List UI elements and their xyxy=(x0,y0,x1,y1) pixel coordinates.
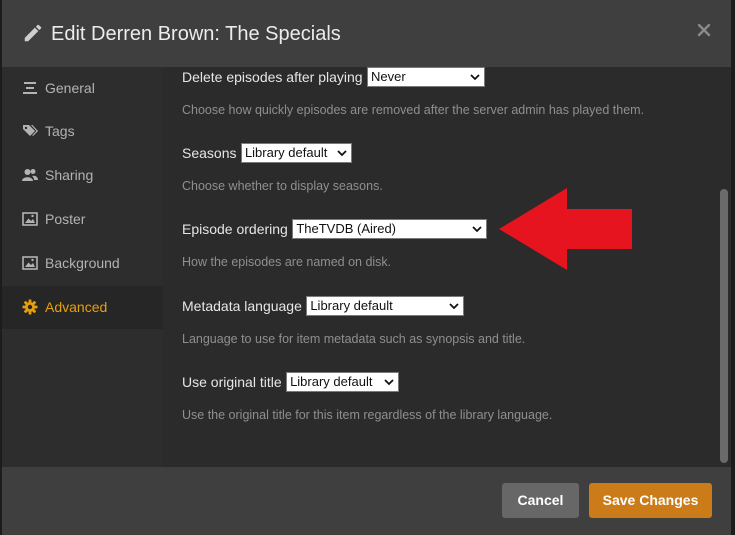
chevron-down-icon xyxy=(449,303,459,310)
pencil-icon xyxy=(24,24,42,42)
metadata-language-select[interactable]: Library default xyxy=(306,296,465,316)
image-icon xyxy=(22,256,38,270)
episode-ordering-select[interactable]: TheTVDB (Aired) xyxy=(292,219,488,239)
chevron-down-icon xyxy=(470,74,480,81)
sidebar-item-label: General xyxy=(45,80,95,96)
sidebar: General Tags Sharing Poster Background A… xyxy=(2,67,163,467)
delete-episodes-label: Delete episodes after playing xyxy=(182,69,363,85)
dialog-footer: Cancel Save Changes xyxy=(2,467,731,535)
gear-icon xyxy=(22,299,38,315)
annotation-arrow-icon xyxy=(499,188,632,270)
delete-episodes-setting: Delete episodes after playing Never Choo… xyxy=(182,67,644,117)
save-changes-button[interactable]: Save Changes xyxy=(589,483,712,518)
sidebar-item-label: Poster xyxy=(45,211,86,227)
scrollbar-thumb[interactable] xyxy=(720,189,728,463)
metadata-language-label: Metadata language xyxy=(182,298,302,314)
sidebar-item-label: Advanced xyxy=(45,299,108,315)
edit-dialog: Edit Derren Brown: The Specials General … xyxy=(2,0,731,535)
sidebar-item-background[interactable]: Background xyxy=(2,242,163,285)
sidebar-item-sharing[interactable]: Sharing xyxy=(2,154,163,197)
seasons-value: Library default xyxy=(244,145,328,160)
sidebar-item-tags[interactable]: Tags xyxy=(2,110,163,153)
general-lines-icon xyxy=(23,82,37,94)
metadata-language-setting: Metadata language Library default Langua… xyxy=(182,296,525,346)
image-icon xyxy=(22,212,38,226)
chevron-down-icon xyxy=(337,150,347,157)
users-icon xyxy=(22,169,38,181)
episode-ordering-help: How the episodes are named on disk. xyxy=(182,255,392,269)
content-scrollbar[interactable] xyxy=(717,67,731,467)
metadata-language-help: Language to use for item metadata such a… xyxy=(182,332,526,346)
seasons-setting: Seasons Library default Choose whether t… xyxy=(182,143,383,193)
sidebar-item-general[interactable]: General xyxy=(2,67,163,110)
cancel-button[interactable]: Cancel xyxy=(502,483,579,518)
tags-icon xyxy=(23,125,38,136)
original-title-setting: Use original title Library default Use t… xyxy=(182,372,552,422)
close-icon[interactable] xyxy=(696,22,712,38)
dialog-title: Edit Derren Brown: The Specials xyxy=(51,23,341,45)
metadata-language-value: Library default xyxy=(310,298,393,313)
sidebar-item-label: Tags xyxy=(45,123,75,139)
episode-ordering-value: TheTVDB (Aired) xyxy=(296,221,397,236)
delete-episodes-help: Choose how quickly episodes are removed … xyxy=(182,103,645,117)
sidebar-item-poster[interactable]: Poster xyxy=(2,198,163,241)
chevron-down-icon xyxy=(472,226,482,233)
original-title-select[interactable]: Library default xyxy=(286,372,400,392)
seasons-label: Seasons xyxy=(182,145,237,161)
original-title-help: Use the original title for this item reg… xyxy=(182,408,553,422)
seasons-help: Choose whether to display seasons. xyxy=(182,179,383,193)
chevron-down-icon xyxy=(384,379,394,386)
episode-ordering-setting: Episode ordering TheTVDB (Aired) How the… xyxy=(182,219,488,269)
seasons-select[interactable]: Library default xyxy=(240,143,352,163)
delete-episodes-value: Never xyxy=(371,69,406,84)
original-title-value: Library default xyxy=(290,374,373,389)
original-title-label: Use original title xyxy=(182,374,282,390)
sidebar-item-advanced[interactable]: Advanced xyxy=(2,286,163,329)
delete-episodes-select[interactable]: Never xyxy=(367,67,486,87)
episode-ordering-label: Episode ordering xyxy=(182,221,288,237)
sidebar-item-label: Sharing xyxy=(45,167,94,183)
sidebar-item-label: Background xyxy=(45,255,120,271)
dialog-header: Edit Derren Brown: The Specials xyxy=(2,0,731,67)
